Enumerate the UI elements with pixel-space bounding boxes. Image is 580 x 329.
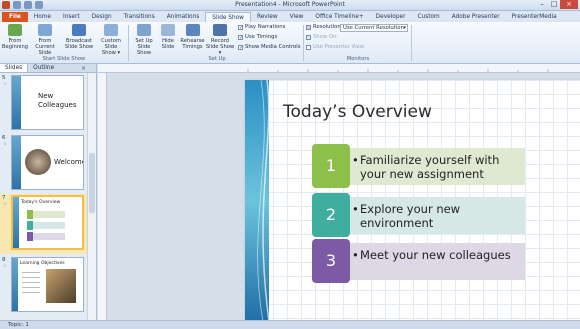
record-icon [213, 24, 227, 36]
tab-transitions[interactable]: Transitions [118, 12, 161, 22]
checkbox-icon: ✓ [238, 24, 244, 31]
thumbnail-title: New Colleagues [38, 92, 77, 109]
thumbnail-title: Welcome [54, 158, 84, 166]
item-number: 2 [312, 193, 350, 237]
thumbnail-decoration [13, 197, 19, 248]
thumbnail-photo [46, 269, 76, 303]
tab-review[interactable]: Review [251, 12, 284, 22]
checkbox-icon: ✓ [238, 34, 244, 41]
status-bar: Topic: 1 [0, 320, 580, 329]
rehearse-timings-button[interactable]: Rehearse Timings [180, 24, 205, 50]
custom-show-icon [104, 24, 118, 36]
minimize-button[interactable]: – [536, 0, 548, 9]
timer-icon [185, 24, 200, 36]
monitor-icon [306, 24, 311, 30]
show-media-controls-checkbox[interactable]: ✓ Show Media Controls [238, 44, 300, 50]
thumbnail-decoration [12, 76, 21, 129]
tab-custom[interactable]: Custom [412, 12, 446, 22]
checkbox-icon: ✓ [238, 44, 244, 51]
item-text: Familiarize yourself with your new assig… [352, 153, 525, 181]
slides-panel: Slides Outline × 5 ☆ New Colleagues 6 ☆ … [0, 64, 97, 320]
ribbon: From Beginning From Current Slide Broadc… [0, 22, 580, 64]
star-icon: ☆ [3, 264, 8, 269]
resolution-label: Resolution: [306, 24, 342, 30]
thumbnail-title: Today's Overview [21, 200, 61, 205]
thumbnail-title: Learning Objectives [20, 261, 65, 266]
vertical-ruler [98, 73, 107, 320]
tab-insert[interactable]: Insert [57, 12, 86, 22]
use-timings-checkbox[interactable]: ✓ Use Timings [238, 34, 277, 40]
play-slideshow-icon [8, 24, 22, 36]
star-icon: ☆ [3, 142, 8, 147]
tab-office-timeline[interactable]: Office Timeline+ [309, 12, 369, 22]
tab-file[interactable]: File [2, 12, 28, 22]
tab-home[interactable]: Home [28, 12, 57, 22]
item-number: 1 [312, 144, 350, 188]
group-divider [128, 25, 129, 61]
checkbox-icon [306, 44, 311, 50]
status-text: Topic: 1 [8, 322, 29, 328]
hide-slide-button[interactable]: Hide Slide [158, 24, 178, 50]
thumbnail-decoration [12, 136, 21, 189]
slide-thumbnail-5[interactable]: 5 ☆ New Colleagues [0, 74, 88, 131]
broadcast-icon [72, 24, 86, 36]
group-label-start-slide-show: Start Slide Show [42, 56, 86, 62]
use-presenter-view-checkbox[interactable]: Use Presenter View [306, 44, 364, 50]
tab-slide-show[interactable]: Slide Show [205, 12, 251, 22]
window-title: Presentation4 - Microsoft PowerPoint [235, 1, 345, 8]
tab-presentermedia[interactable]: PresenterMedia [506, 12, 563, 22]
scrollbar-thumb[interactable] [89, 153, 95, 213]
chevron-down-icon: ▾ [403, 25, 406, 31]
item-text: Explore your new environment [352, 202, 525, 230]
broadcast-slide-show-button[interactable]: Broadcast Slide Show [62, 24, 96, 50]
tab-slides[interactable]: Slides [0, 64, 29, 72]
from-beginning-button[interactable]: From Beginning [2, 24, 28, 50]
item-bar: Familiarize yourself with your new assig… [350, 148, 525, 185]
close-icon[interactable]: × [81, 65, 86, 72]
slide-thumbnail-7[interactable]: 7 ☆ Today's Overview [0, 194, 88, 254]
tab-developer[interactable]: Developer [370, 12, 412, 22]
ribbon-tabs: File Home Insert Design Transitions Anim… [0, 11, 580, 22]
tab-design[interactable]: Design [86, 12, 118, 22]
maximize-button[interactable]: □ [548, 0, 560, 9]
star-icon: ☆ [3, 202, 8, 207]
tab-adobe-presenter[interactable]: Adobe Presenter [446, 12, 506, 22]
close-button[interactable]: × [560, 0, 578, 9]
tab-animations[interactable]: Animations [161, 12, 206, 22]
title-bar: Presentation4 - Microsoft PowerPoint – □… [0, 0, 580, 11]
current-slide-icon [38, 24, 52, 36]
custom-slide-show-button[interactable]: Custom Slide Show ▾ [97, 24, 125, 56]
thumbnail-decoration [12, 258, 18, 311]
monitor-icon [306, 34, 311, 40]
group-divider [411, 25, 412, 61]
resolution-dropdown[interactable]: Use Current Resolution ▾ [340, 24, 408, 32]
setup-show-icon [137, 24, 151, 36]
set-up-slide-show-button[interactable]: Set Up Slide Show [131, 24, 157, 56]
item-bar: Explore your new environment [350, 197, 525, 234]
show-on-dropdown[interactable]: Show On: [306, 34, 338, 40]
tab-outline[interactable]: Outline [28, 64, 59, 72]
record-slide-show-button[interactable]: Record Slide Show ▾ [205, 24, 235, 56]
thumbnail-text-lines [22, 272, 40, 294]
star-icon: ☆ [3, 82, 8, 87]
horizontal-ruler [98, 64, 580, 73]
group-divider [303, 25, 304, 61]
tab-view[interactable]: View [284, 12, 310, 22]
play-narrations-checkbox[interactable]: ✓ Play Narrations [238, 24, 285, 30]
hide-slide-icon [161, 24, 175, 36]
slide-thumbnail-6[interactable]: 6 ☆ Welcome [0, 134, 88, 191]
panel-scrollbar[interactable] [87, 73, 96, 320]
slide-thumbnail-8[interactable]: 8 ☆ Learning Objectives [0, 256, 88, 313]
item-number: 3 [312, 239, 350, 283]
slide-side-decoration [245, 80, 270, 322]
group-label-set-up: Set Up [208, 56, 226, 62]
thumbnail-photo [25, 149, 51, 175]
slide-canvas[interactable]: Today’s Overview 1 Familiarize yourself … [245, 80, 580, 322]
from-current-slide-button[interactable]: From Current Slide [30, 24, 60, 56]
slide-title[interactable]: Today’s Overview [283, 102, 432, 122]
group-label-monitors: Monitors [346, 56, 370, 62]
item-bar: Meet your new colleagues [350, 243, 525, 280]
item-text: Meet your new colleagues [352, 248, 525, 262]
